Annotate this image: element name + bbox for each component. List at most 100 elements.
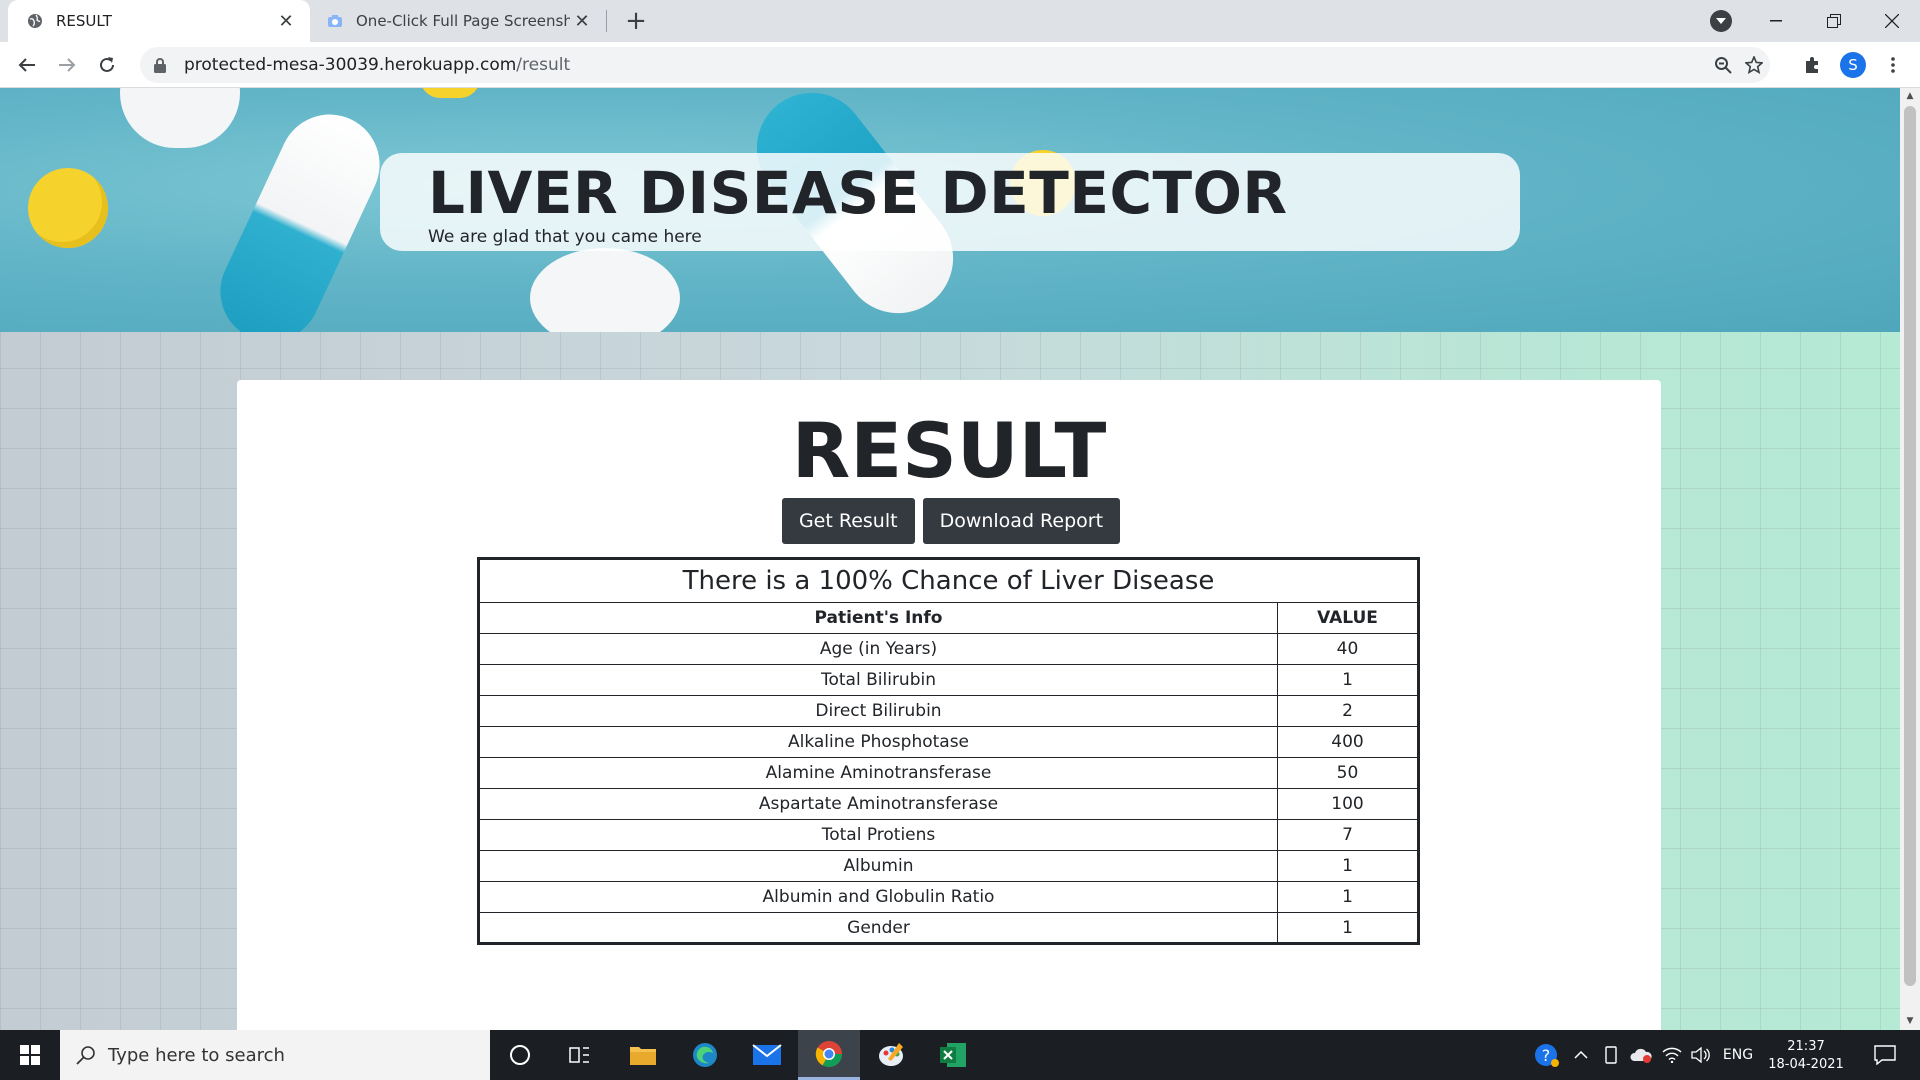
kebab-menu-icon[interactable]: [1878, 50, 1908, 80]
yellow-pill-image: [420, 88, 480, 98]
row-label: Alkaline Phosphotase: [478, 726, 1278, 758]
windows-start-icon[interactable]: [0, 1030, 60, 1080]
bookmark-star-icon[interactable]: [1739, 47, 1769, 83]
lock-icon: [154, 56, 170, 74]
reload-icon[interactable]: [92, 50, 122, 80]
column-header-value: VALUE: [1277, 602, 1419, 634]
row-value: 1: [1277, 912, 1419, 944]
excel-icon[interactable]: [922, 1030, 984, 1080]
row-value: 1: [1277, 664, 1419, 696]
row-value: 400: [1277, 726, 1419, 758]
scrollbar-thumb[interactable]: [1904, 106, 1916, 986]
prediction-caption: There is a 100% Chance of Liver Disease: [478, 558, 1419, 603]
minimize-icon[interactable]: [1748, 0, 1804, 42]
row-label: Total Protiens: [478, 819, 1278, 851]
language-indicator[interactable]: ENG: [1716, 1030, 1760, 1080]
tab-screenshot-extension[interactable]: One-Click Full Page Screenshot ✕: [316, 0, 606, 42]
camera-icon: [326, 12, 344, 30]
download-report-button[interactable]: Download Report: [922, 498, 1121, 544]
row-label: Albumin and Globulin Ratio: [478, 881, 1278, 913]
result-heading: RESULT: [791, 406, 1107, 495]
cortana-icon[interactable]: [490, 1030, 550, 1080]
table-row: Albumin and Globulin Ratio 1: [478, 881, 1419, 913]
row-label: Albumin: [478, 850, 1278, 882]
edge-browser-icon[interactable]: [674, 1030, 736, 1080]
row-value: 100: [1277, 788, 1419, 820]
table-row: Direct Bilirubin 2: [478, 695, 1419, 727]
zoom-icon[interactable]: [1708, 47, 1738, 83]
row-value: 2: [1277, 695, 1419, 727]
white-pill-image: [530, 248, 680, 332]
tab-divider: [606, 10, 607, 32]
close-window-icon[interactable]: [1864, 0, 1920, 42]
forward-arrow-icon[interactable]: [52, 50, 82, 80]
clock[interactable]: 21:37 18-04-2021: [1764, 1030, 1848, 1080]
table-row: Alamine Aminotransferase 50: [478, 757, 1419, 789]
search-icon: [76, 1045, 96, 1070]
tab-title: RESULT: [56, 12, 112, 30]
task-view-icon[interactable]: [550, 1030, 610, 1080]
chrome-icon[interactable]: [798, 1030, 860, 1080]
row-value: 1: [1277, 881, 1419, 913]
device-icon[interactable]: [1598, 1030, 1624, 1080]
pill-image: [120, 88, 240, 148]
tab-search-icon[interactable]: [1710, 10, 1732, 32]
table-row: Aspartate Aminotransferase 100: [478, 788, 1419, 820]
get-result-button[interactable]: Get Result: [781, 498, 915, 544]
globe-icon: [26, 12, 44, 30]
page-subtitle: We are glad that you came here: [428, 227, 702, 247]
taskbar-search-input[interactable]: Type here to search: [60, 1030, 490, 1080]
scroll-up-icon[interactable]: ▲: [1905, 91, 1915, 101]
row-value: 1: [1277, 850, 1419, 882]
hero-banner: LIVER DISEASE DETECTOR We are glad that …: [0, 88, 1900, 332]
page-scrollbar[interactable]: ▲ ▼: [1900, 88, 1920, 1030]
row-label: Alamine Aminotransferase: [478, 757, 1278, 789]
row-label: Gender: [478, 912, 1278, 944]
svg-text:?: ?: [1542, 1046, 1551, 1065]
clock-date: 18-04-2021: [1768, 1056, 1844, 1072]
scroll-down-icon[interactable]: ▼: [1905, 1016, 1915, 1026]
windows-taskbar: Type here to search ? ENG 21:37 18-04-20…: [0, 1030, 1920, 1080]
file-explorer-icon[interactable]: [612, 1030, 674, 1080]
mail-icon[interactable]: [736, 1030, 798, 1080]
url-host: protected-mesa-30039.herokuapp.com: [184, 55, 517, 75]
table-row: Total Bilirubin 1: [478, 664, 1419, 696]
button-row: Get Result Download Report: [237, 498, 1661, 544]
table-row: Albumin 1: [478, 850, 1419, 882]
row-label: Aspartate Aminotransferase: [478, 788, 1278, 820]
yellow-pill-image: [28, 168, 108, 248]
clock-time: 21:37: [1787, 1038, 1825, 1054]
notifications-icon[interactable]: [1860, 1030, 1910, 1080]
table-row: Total Protiens 7: [478, 819, 1419, 851]
page-viewport: LIVER DISEASE DETECTOR We are glad that …: [0, 88, 1900, 1030]
search-placeholder: Type here to search: [108, 1044, 285, 1066]
chevron-up-icon[interactable]: [1568, 1030, 1594, 1080]
tab-title: One-Click Full Page Screenshot: [356, 12, 570, 30]
result-table: There is a 100% Chance of Liver Disease …: [477, 557, 1420, 945]
row-label: Total Bilirubin: [478, 664, 1278, 696]
table-caption-row: There is a 100% Chance of Liver Disease: [478, 558, 1419, 603]
row-label: Direct Bilirubin: [478, 695, 1278, 727]
row-value: 40: [1277, 633, 1419, 665]
wifi-icon[interactable]: [1658, 1030, 1686, 1080]
back-arrow-icon[interactable]: [12, 50, 42, 80]
close-tab-icon[interactable]: ✕: [274, 9, 298, 33]
extensions-puzzle-icon[interactable]: [1797, 50, 1827, 80]
hero-card: LIVER DISEASE DETECTOR We are glad that …: [380, 153, 1520, 251]
help-icon[interactable]: ?: [1530, 1030, 1564, 1080]
row-value: 50: [1277, 757, 1419, 789]
address-bar[interactable]: protected-mesa-30039.herokuapp.com/resul…: [140, 47, 1770, 83]
volume-icon[interactable]: [1688, 1030, 1714, 1080]
browser-tab-strip: RESULT ✕ One-Click Full Page Screenshot …: [0, 0, 1920, 42]
new-tab-icon[interactable]: +: [622, 6, 650, 36]
close-tab-icon[interactable]: ✕: [570, 9, 594, 33]
tab-result[interactable]: RESULT ✕: [8, 0, 310, 42]
onedrive-icon[interactable]: [1626, 1030, 1656, 1080]
restore-icon[interactable]: [1806, 0, 1862, 42]
row-value: 7: [1277, 819, 1419, 851]
profile-avatar[interactable]: S: [1838, 50, 1868, 80]
capsule-image: [203, 98, 397, 332]
browser-toolbar: protected-mesa-30039.herokuapp.com/resul…: [0, 42, 1920, 88]
page-title: LIVER DISEASE DETECTOR: [428, 159, 1288, 227]
paint-app-icon[interactable]: [860, 1030, 922, 1080]
